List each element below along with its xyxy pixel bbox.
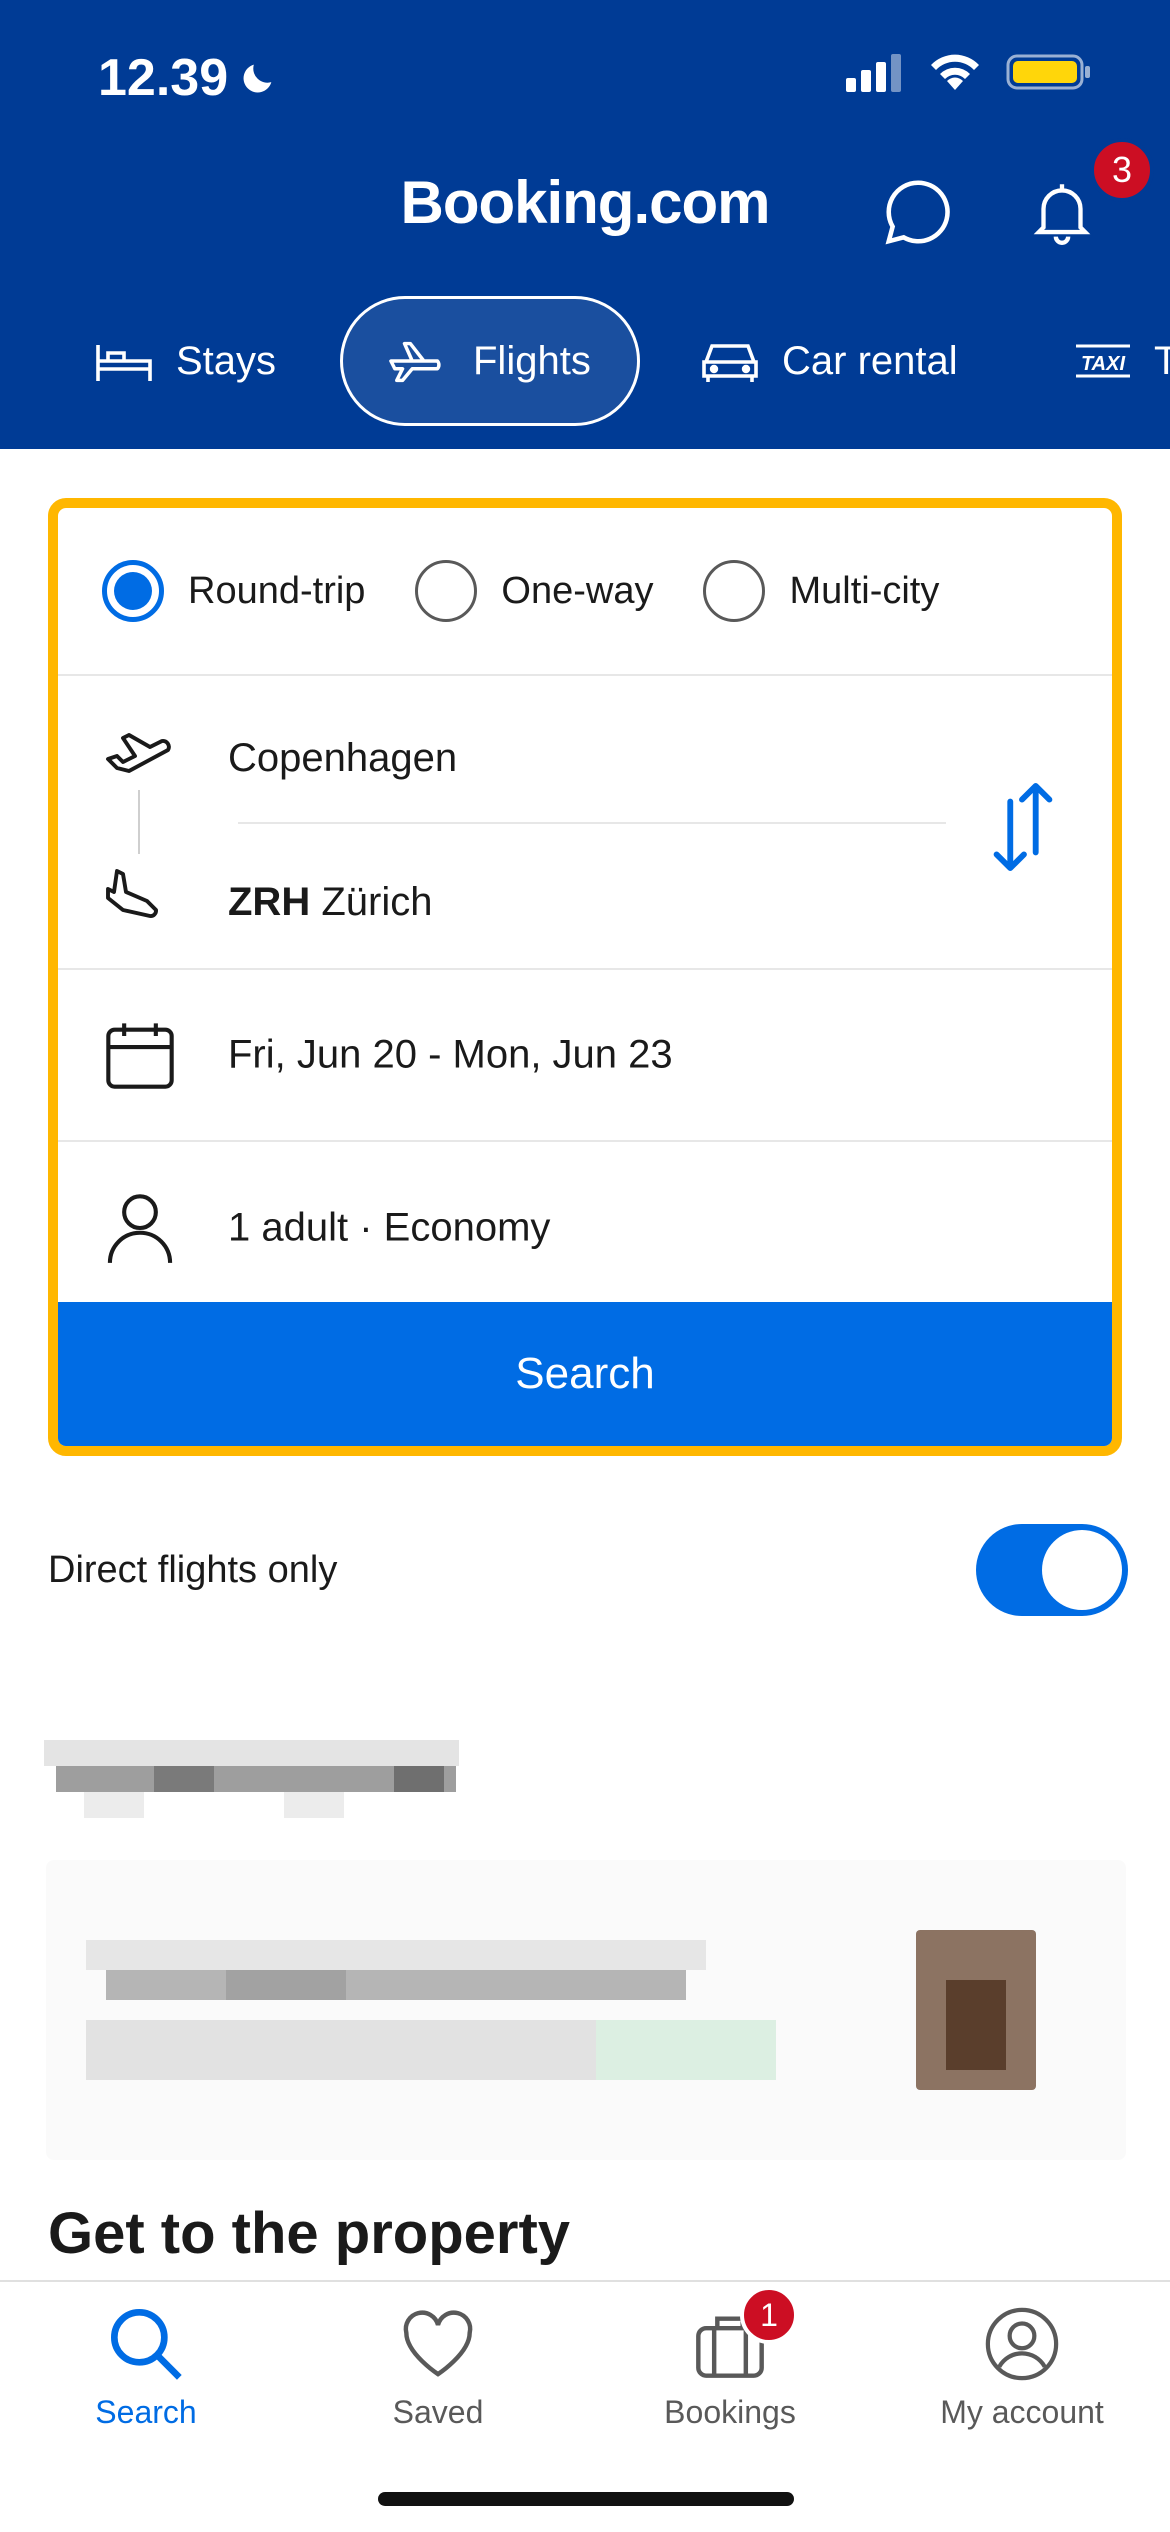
- heart-icon: [403, 2310, 473, 2377]
- bell-icon: [1033, 184, 1091, 245]
- tabbar-bookings-label: Bookings: [664, 2394, 796, 2430]
- one-way-radio[interactable]: [415, 560, 478, 622]
- status-bar-time: 12.39: [98, 48, 278, 108]
- destination-field[interactable]: ZRH Zürich: [228, 880, 432, 925]
- plane-icon: [389, 341, 441, 383]
- tabbar-my-account-label: My account: [940, 2394, 1104, 2430]
- one-way-option[interactable]: One-way: [415, 560, 653, 622]
- redacted-heading: [44, 1740, 464, 1820]
- tab-taxi-label: T: [1154, 338, 1170, 383]
- direct-flights-label: Direct flights only: [48, 1548, 338, 1591]
- travelers-value: 1 adult · Economy: [228, 1205, 551, 1250]
- tabbar-saved[interactable]: Saved: [318, 2302, 558, 2431]
- round-trip-option[interactable]: Round-trip: [102, 560, 365, 622]
- app-header: 12.39 Booking.com 3 Stays Flights Car re…: [0, 0, 1170, 449]
- tabbar-saved-label: Saved: [392, 2394, 484, 2430]
- notification-badge: 3: [1090, 138, 1154, 202]
- tab-flights[interactable]: Flights: [340, 296, 640, 426]
- origin-city: Copenhagen: [228, 736, 458, 780]
- flight-search-form: Round-trip One-way Multi-city Copenhagen: [48, 498, 1122, 1456]
- redacted-card[interactable]: [46, 1860, 1126, 2160]
- route-divider: [238, 822, 946, 824]
- car-icon: [702, 344, 758, 382]
- dates-value: Fri, Jun 20 - Mon, Jun 23: [228, 1032, 673, 1077]
- user-circle-icon: [985, 2307, 1059, 2381]
- product-nav-tabs: Stays Flights Car rental TAXI T: [0, 296, 1170, 426]
- wifi-icon: [931, 54, 979, 90]
- home-indicator: [378, 2492, 794, 2506]
- chat-button[interactable]: [868, 162, 968, 262]
- trip-type-selector: Round-trip One-way Multi-city: [58, 508, 1112, 676]
- tabbar-bookings[interactable]: 1 Bookings: [610, 2286, 850, 2431]
- tab-car-rental-label: Car rental: [782, 338, 958, 383]
- battery-icon: [1006, 54, 1090, 90]
- bottom-tab-bar: Search Saved 1 Bookings My account: [0, 2280, 1170, 2532]
- one-way-label: One-way: [501, 569, 654, 612]
- tabbar-my-account[interactable]: My account: [902, 2302, 1142, 2431]
- swap-arrows-icon[interactable]: [982, 782, 1062, 872]
- person-icon: [107, 1194, 173, 1263]
- direct-flights-row: Direct flights only: [48, 1520, 1128, 1620]
- bookings-badge: 1: [740, 2286, 798, 2344]
- search-icon: [111, 2309, 182, 2380]
- taxi-icon: TAXI: [1076, 344, 1130, 378]
- cellular-signal-icon: [846, 54, 901, 92]
- origin-field[interactable]: Copenhagen: [228, 736, 457, 781]
- svg-text:TAXI: TAXI: [1081, 353, 1126, 375]
- direct-flights-toggle[interactable]: [976, 1524, 1128, 1616]
- tabbar-search-label: Search: [95, 2394, 197, 2430]
- round-trip-label: Round-trip: [188, 569, 366, 612]
- status-bar-indicators: [846, 52, 1092, 92]
- multi-city-label: Multi-city: [789, 569, 940, 612]
- time-label: 12.39: [98, 49, 229, 107]
- calendar-icon: [106, 1023, 174, 1089]
- tab-car-rental[interactable]: Car rental: [700, 296, 958, 426]
- dates-field[interactable]: Fri, Jun 20 - Mon, Jun 23: [58, 970, 1112, 1142]
- plane-departure-icon: [106, 733, 171, 773]
- destination-code: ZRH: [228, 880, 311, 924]
- route-section: Copenhagen ZRH Zürich: [58, 676, 1112, 970]
- plane-arrival-icon: [106, 869, 158, 918]
- app-screen: 12.39 Booking.com 3 Stays Flights Car re…: [0, 0, 1170, 2532]
- moon-icon: [243, 64, 272, 93]
- travelers-field[interactable]: 1 adult · Economy: [58, 1142, 1112, 1314]
- tab-taxi[interactable]: TAXI T: [1074, 296, 1170, 426]
- tab-stays[interactable]: Stays: [94, 296, 276, 426]
- tab-stays-label: Stays: [176, 338, 277, 383]
- tab-flights-label: Flights: [473, 338, 591, 383]
- booking-logo: Booking.com: [400, 169, 770, 236]
- round-trip-radio[interactable]: [102, 560, 164, 622]
- chat-bubble-icon: [885, 180, 950, 245]
- multi-city-radio[interactable]: [703, 560, 766, 622]
- get-to-property-heading: Get to the property: [48, 2201, 571, 2266]
- search-button[interactable]: Search: [58, 1302, 1112, 1446]
- multi-city-option[interactable]: Multi-city: [703, 560, 939, 622]
- destination-city: Zürich: [321, 880, 433, 924]
- tabbar-search[interactable]: Search: [26, 2302, 266, 2431]
- route-connector: [138, 790, 140, 854]
- bed-icon: [96, 345, 152, 381]
